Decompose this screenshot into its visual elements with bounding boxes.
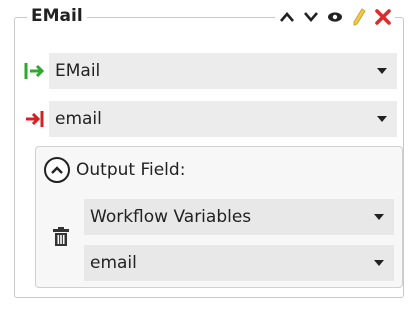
chevron-down-icon	[374, 214, 384, 220]
chevron-down-icon	[374, 260, 384, 266]
output-field-group: Output Field: Workflow Variables email	[35, 146, 403, 288]
input-select[interactable]: EMail	[49, 53, 397, 89]
output-arrow-icon	[21, 109, 49, 129]
variable-name-select[interactable]: email	[84, 245, 394, 281]
output-select-value: email	[55, 109, 102, 129]
trash-icon[interactable]	[52, 227, 70, 247]
panel-actions	[275, 6, 395, 28]
pencil-icon[interactable]	[351, 8, 367, 26]
input-arrow-icon	[21, 61, 49, 81]
close-icon[interactable]	[375, 9, 391, 25]
chevron-down-icon	[377, 116, 387, 122]
output-field-label: Output Field:	[76, 160, 186, 180]
output-row: email	[21, 101, 397, 137]
eye-icon[interactable]	[327, 9, 343, 25]
move-down-icon[interactable]	[303, 9, 319, 25]
panel-title: EMail	[27, 6, 87, 26]
input-select-value: EMail	[55, 61, 101, 81]
variable-scope-select[interactable]: Workflow Variables	[84, 199, 394, 235]
output-select[interactable]: email	[49, 101, 397, 137]
collapse-button[interactable]	[44, 157, 70, 183]
output-field-header: Output Field:	[44, 157, 185, 183]
variable-name-value: email	[90, 253, 137, 273]
chevron-down-icon	[377, 68, 387, 74]
email-node-panel: EMail EMail email Output Field: Workflow…	[14, 6, 404, 298]
input-row: EMail	[21, 53, 397, 89]
variable-scope-value: Workflow Variables	[90, 207, 252, 227]
move-up-icon[interactable]	[279, 9, 295, 25]
